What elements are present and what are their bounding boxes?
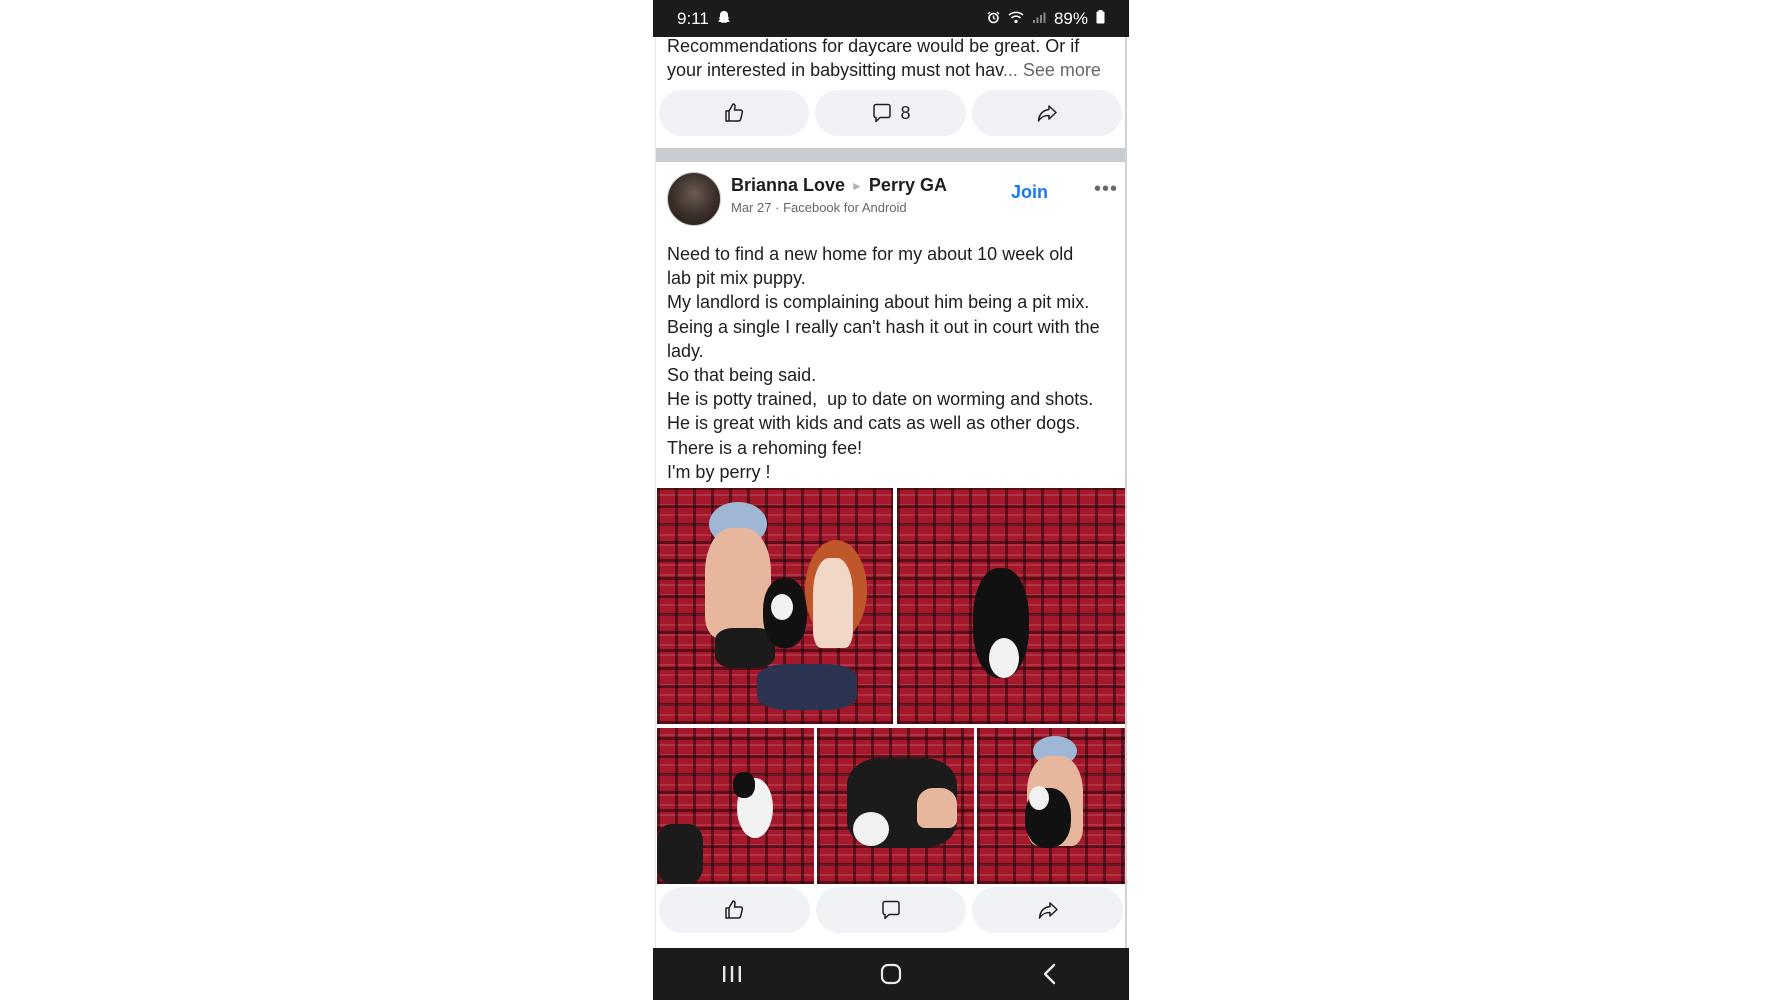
comment-icon [873, 103, 892, 123]
post-photo[interactable] [817, 728, 974, 884]
post-line: So that being said. [667, 365, 817, 386]
wifi-icon [1008, 11, 1024, 27]
avatar[interactable] [667, 172, 721, 226]
home-icon [880, 963, 902, 985]
post-photo[interactable] [897, 488, 1125, 724]
share-button[interactable] [971, 90, 1122, 136]
like-button[interactable] [659, 887, 810, 933]
status-bar: 9:11 89% [653, 0, 1129, 37]
back-icon [1043, 963, 1055, 985]
battery-percent: 89% [1053, 8, 1088, 28]
post-photo[interactable] [657, 488, 893, 724]
post-separator [656, 148, 1125, 162]
thumbs-up-icon [725, 103, 744, 122]
clock: 9:11 [677, 8, 709, 28]
previous-post-text: Recommendations for daycare would be gre… [667, 37, 1101, 80]
recent-apps-icon [723, 966, 742, 982]
post-header: Brianna Love ► Perry GA Mar 27 · Faceboo… [656, 162, 1125, 228]
android-navigation-bar [653, 948, 1129, 1000]
join-button[interactable]: Join [1011, 182, 1048, 203]
see-more-link[interactable]: See more [1023, 60, 1101, 80]
home-button[interactable] [861, 954, 921, 994]
post-line: Need to find a new home for my about 10 … [667, 244, 1074, 264]
post-photo[interactable] [977, 728, 1125, 884]
thumbs-up-icon [725, 900, 744, 919]
battery-icon [1096, 10, 1105, 27]
comment-button[interactable] [815, 887, 967, 933]
share-icon [1037, 105, 1057, 122]
like-button[interactable] [659, 90, 810, 136]
previous-post-actions: 8 [656, 90, 1125, 136]
post-line: He is great with kids and cats as well a… [667, 413, 1081, 434]
post-line: Being a single I really can't hash it ou… [667, 316, 1100, 337]
post-line: My landlord is complaining about him bei… [667, 292, 1090, 313]
signal-icon [1032, 11, 1046, 27]
post-line: He is potty trained, up to date on wormi… [667, 389, 1094, 410]
snapchat-ghost-icon [717, 10, 731, 27]
post-actions [656, 887, 1125, 933]
post-line: I'm by perry ! [667, 461, 771, 482]
author-name[interactable]: Brianna Love [731, 175, 845, 196]
post-date[interactable]: Mar 27 [731, 200, 771, 215]
post-body: Need to find a new home for my about 10 … [656, 228, 1125, 484]
triangle-right-icon: ► [851, 178, 863, 193]
phone-screen: 9:11 89% Recommendations for daycare wou… [653, 0, 1129, 1000]
share-button[interactable] [972, 887, 1124, 933]
post-source: Facebook for Android [783, 200, 907, 215]
alarm-icon [987, 11, 1000, 27]
comment-button[interactable]: 8 [815, 90, 966, 136]
post-line: There is a rehoming fee! [667, 437, 863, 458]
post-photo[interactable] [657, 728, 814, 884]
group-name[interactable]: Perry GA [869, 175, 947, 196]
back-button[interactable] [1020, 954, 1080, 994]
news-feed[interactable]: Recommendations for daycare would be gre… [655, 37, 1127, 948]
recent-apps-button[interactable] [702, 954, 762, 994]
post-line: lady. [667, 340, 704, 361]
comment-count: 8 [900, 102, 911, 123]
post-line: lab pit mix puppy. [667, 268, 806, 289]
share-icon [1038, 902, 1058, 919]
comment-icon [882, 900, 900, 920]
more-options-icon[interactable]: ••• [1094, 178, 1118, 201]
